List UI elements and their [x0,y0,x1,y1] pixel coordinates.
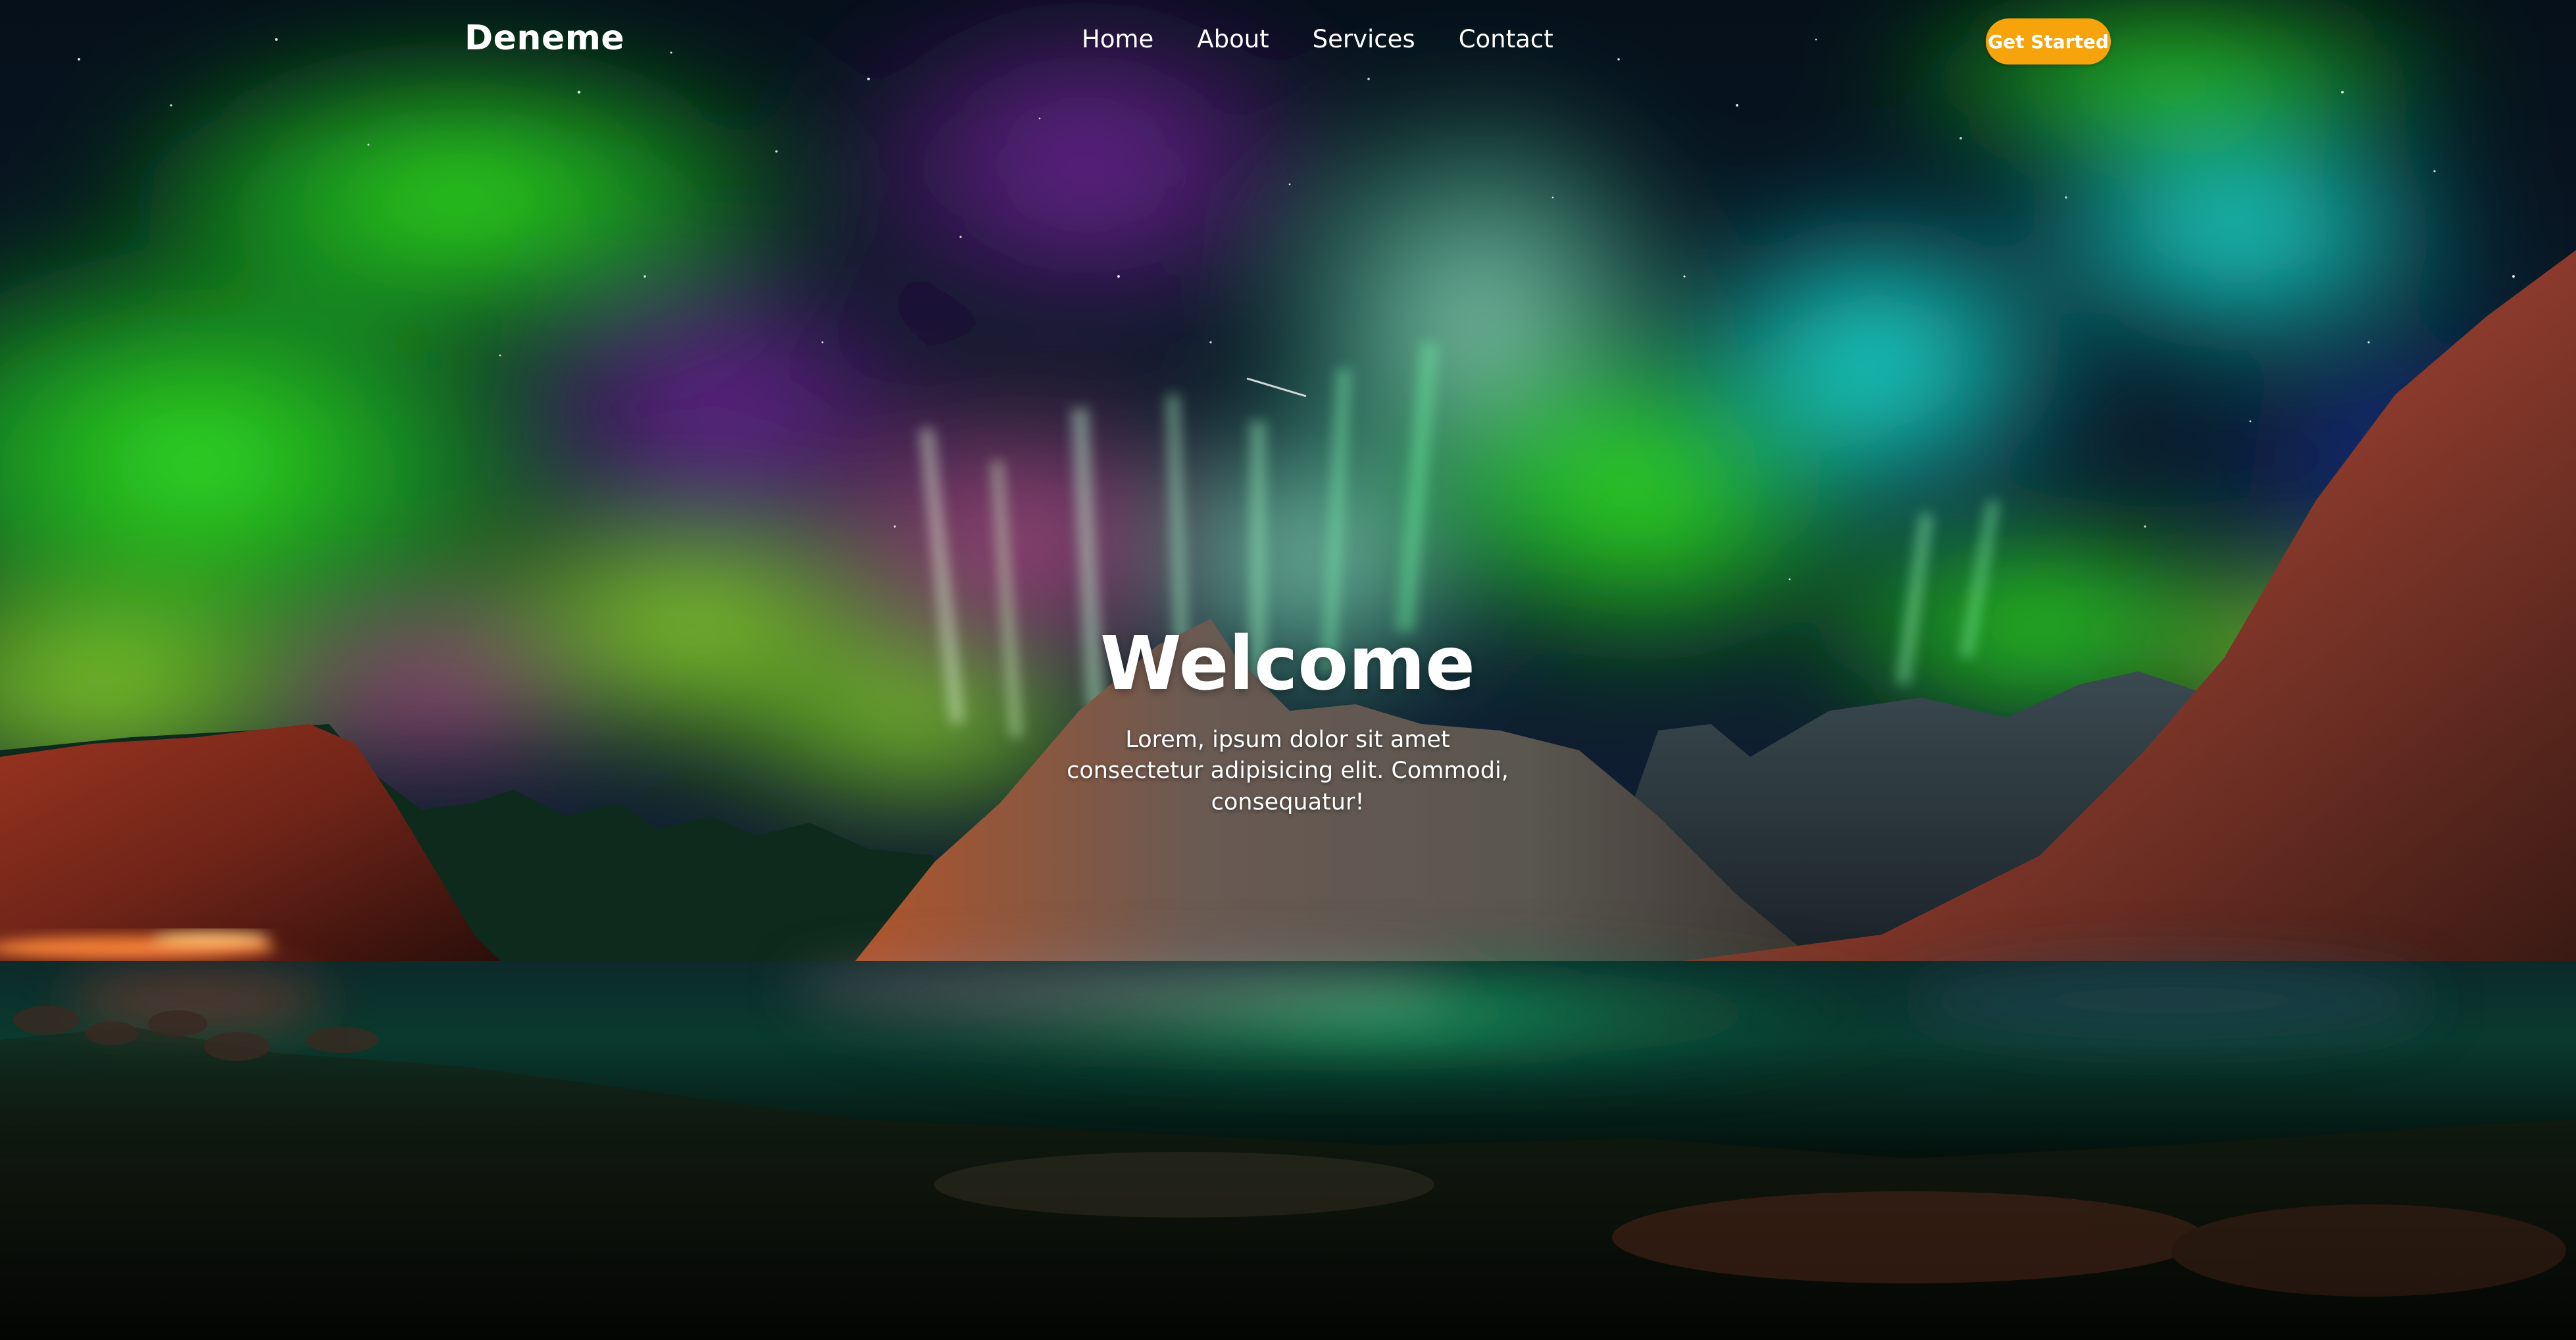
hero-subtitle: Lorem, ipsum dolor sit amet consectetur … [1067,727,1509,815]
nav-item-contact: Contact [1459,25,1553,53]
nav-link-about[interactable]: About [1197,25,1269,53]
nav-link-contact[interactable]: Contact [1459,25,1553,53]
get-started-button[interactable]: Get Started [1986,18,2111,64]
nav-item-services: Services [1313,25,1415,53]
nav-item-about: About [1197,25,1269,53]
nav-item-home: Home [1082,25,1153,53]
hero-title: Welcome [1100,621,1475,707]
nav-links: Home About Services Contact [1082,25,1553,53]
hero-content: Welcome Lorem, ipsum dolor sit amet cons… [959,621,1617,818]
nav-link-home[interactable]: Home [1082,25,1153,53]
brand-logo[interactable]: Deneme [465,18,624,58]
nav-link-services[interactable]: Services [1313,25,1415,53]
top-navbar: Deneme Home About Services Contact Get S… [0,0,2576,83]
hero-section: Deneme Home About Services Contact Get S… [0,0,2576,1340]
